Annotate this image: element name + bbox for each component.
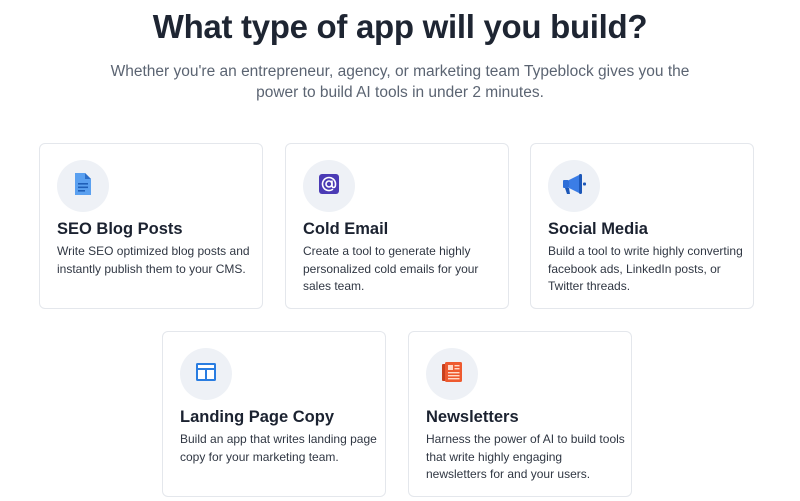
card-title: Landing Page Copy	[180, 408, 335, 426]
icon-circle	[426, 348, 478, 400]
icon-circle	[548, 160, 600, 212]
card-newsletters[interactable]: Newsletters Harness the power of AI to b…	[408, 331, 632, 497]
subtitle-line-2: power to build AI tools in under 2 minut…	[256, 84, 544, 101]
card-title: SEO Blog Posts	[57, 220, 183, 238]
page-title: What type of app will you build?	[152, 8, 648, 45]
page-subtitle: Whether you're an entrepreneur, agency, …	[80, 61, 720, 103]
megaphone-icon	[561, 173, 587, 200]
at-sign-icon	[318, 173, 340, 200]
card-description: Write SEO optimized blog posts and insta…	[57, 244, 250, 276]
card-description: Build an app that writes landing page co…	[180, 432, 377, 464]
card-social-media[interactable]: Social Media Build a tool to write highl…	[530, 143, 754, 309]
card-landing-page-copy[interactable]: Landing Page Copy Build an app that writ…	[162, 331, 386, 497]
card-title: Social Media	[548, 220, 648, 238]
icon-circle	[180, 348, 232, 400]
card-description: Harness the power of AI to build tools t…	[426, 432, 625, 481]
icon-circle	[57, 160, 109, 212]
card-description: Create a tool to generate highly persona…	[303, 244, 479, 293]
document-icon	[73, 172, 93, 201]
layout-icon	[195, 362, 217, 387]
card-description: Build a tool to write highly converting …	[548, 244, 743, 293]
icon-circle	[303, 160, 355, 212]
subtitle-line-1: Whether you're an entrepreneur, agency, …	[110, 63, 690, 80]
card-title: Cold Email	[303, 220, 389, 238]
newspaper-icon	[441, 361, 463, 388]
card-cold-email[interactable]: Cold Email Create a tool to generate hig…	[285, 143, 509, 309]
card-title: Newsletters	[426, 408, 519, 426]
card-seo-blog-posts[interactable]: SEO Blog Posts Write SEO optimized blog …	[39, 143, 263, 309]
